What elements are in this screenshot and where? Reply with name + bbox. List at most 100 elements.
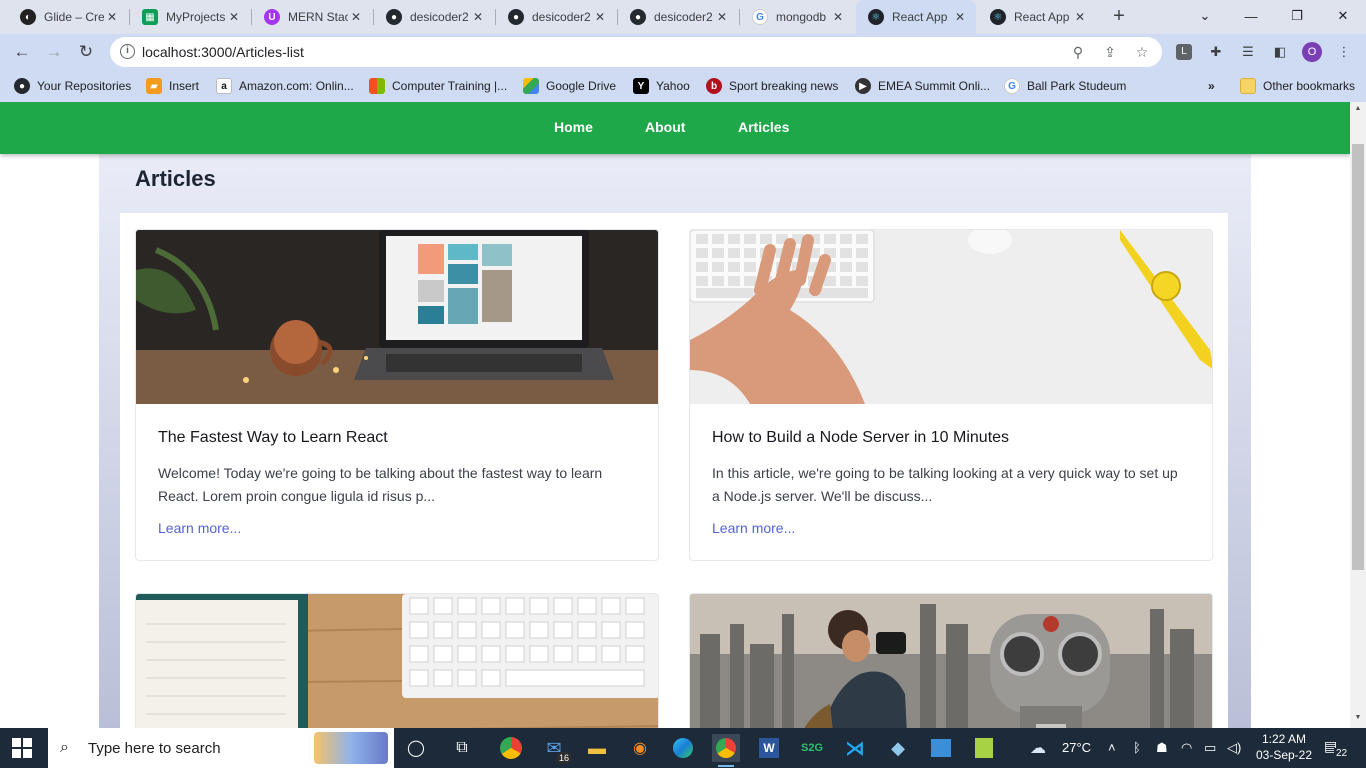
menu-kebab-icon[interactable]: ⋮ (1334, 42, 1354, 62)
weather-cloud-icon[interactable]: ☁ (1030, 738, 1046, 758)
word-icon[interactable]: W (755, 734, 783, 762)
reload-button[interactable]: ↻ (72, 38, 100, 66)
file-explorer-icon[interactable]: ▬ (583, 734, 611, 762)
bookmark-insert[interactable]: ▰ Insert (146, 76, 199, 96)
photo-icon (931, 739, 951, 757)
cortana-icon[interactable]: ◯ (402, 734, 430, 762)
zoom-icon[interactable]: ⚲ (1068, 42, 1088, 62)
article-title[interactable]: The Fastest Way to Learn React (158, 429, 388, 447)
bookmark-computer-training[interactable]: Computer Training |... (369, 76, 507, 96)
learn-more-link[interactable]: Learn more... (712, 520, 795, 536)
bookmark-ball-park[interactable]: G Ball Park Studeum (1004, 76, 1126, 96)
nav-articles-link[interactable]: Articles (738, 119, 789, 135)
tab-react-app-active[interactable]: ⚛ React App ✕ (856, 0, 976, 34)
diamond-icon: ◆ (891, 737, 905, 758)
tab-github-2[interactable]: ● desicoder2 ✕ (496, 0, 616, 34)
bookmark-yahoo[interactable]: Y Yahoo (633, 76, 690, 96)
mail-icon[interactable]: ✉ 16 (540, 734, 572, 764)
taskbar-search-box[interactable]: ⌕ Type here to search (48, 728, 394, 768)
close-window-button[interactable]: ✕ (1320, 0, 1366, 32)
search-placeholder[interactable]: Type here to search (88, 740, 221, 757)
article-card[interactable] (135, 593, 659, 728)
extension-l-icon[interactable]: L (1174, 42, 1194, 62)
other-bookmarks[interactable]: Other bookmarks (1240, 76, 1355, 96)
media-queue-icon[interactable]: ☰ (1238, 42, 1258, 62)
bookmark-star-icon[interactable]: ☆ (1132, 42, 1152, 62)
arrow-right-icon: → (45, 42, 63, 61)
bookmark-sport[interactable]: b Sport breaking news (706, 76, 838, 96)
blender-icon[interactable]: ◉ (626, 734, 654, 762)
tab-github-1[interactable]: ● desicoder2 ✕ (374, 0, 494, 34)
close-icon[interactable]: ✕ (592, 9, 608, 25)
app-diamond-icon[interactable]: ◆ (884, 734, 912, 762)
s2g-icon[interactable]: S2G (798, 734, 826, 762)
tab-mern[interactable]: U MERN Stac ✕ (252, 0, 372, 34)
forward-button[interactable]: → (40, 38, 68, 66)
notification-count: 22 (1334, 748, 1350, 759)
search-highlight-image[interactable] (314, 732, 388, 764)
scroll-down-arrow-icon[interactable]: ▼ (1353, 714, 1363, 721)
bluetooth-icon[interactable]: ᛒ (1133, 740, 1141, 755)
weather-temperature[interactable]: 27°C (1062, 740, 1091, 755)
taskbar-clock[interactable]: 1:22 AM 03-Sep-22 (1255, 731, 1313, 763)
close-icon[interactable]: ✕ (348, 9, 364, 25)
chrome-profile-icon[interactable] (712, 734, 740, 767)
tab-github-3[interactable]: ● desicoder2 ✕ (618, 0, 738, 34)
article-title[interactable]: How to Build a Node Server in 10 Minutes (712, 429, 1009, 447)
photos-icon[interactable] (927, 734, 955, 762)
close-icon[interactable]: ✕ (1072, 9, 1088, 25)
nav-home-link[interactable]: Home (554, 119, 593, 135)
url-text[interactable]: localhost:3000/Articles-list (142, 44, 304, 60)
article-card[interactable]: The Fastest Way to Learn React Welcome! … (135, 229, 659, 561)
side-panel-icon[interactable]: ◧ (1270, 42, 1290, 62)
tab-search-button[interactable]: ⌄ (1182, 0, 1228, 32)
restore-button[interactable]: ❐ (1274, 0, 1320, 32)
chrome-icon[interactable] (497, 734, 525, 762)
edge-icon[interactable] (669, 734, 697, 762)
article-card[interactable]: How to Build a Node Server in 10 Minutes… (689, 229, 1213, 561)
bookmarks-overflow-button[interactable]: » (1208, 76, 1215, 96)
close-icon[interactable]: ✕ (470, 9, 486, 25)
insert-icon: ▰ (146, 78, 162, 94)
back-button[interactable]: ← (8, 38, 36, 66)
share-icon[interactable]: ⇪ (1100, 42, 1120, 62)
scrollbar-thumb[interactable] (1352, 144, 1364, 570)
page-scrollbar[interactable]: ▲ ▼ (1350, 102, 1366, 728)
nav-about-link[interactable]: About (645, 119, 685, 135)
notepad-icon[interactable] (970, 734, 998, 762)
play-icon: ▶ (855, 78, 871, 94)
close-icon[interactable]: ✕ (104, 9, 120, 25)
article-card[interactable] (689, 593, 1213, 728)
tab-glide[interactable]: ◐ Glide – Cre ✕ (8, 0, 128, 34)
close-icon[interactable]: ✕ (952, 9, 968, 25)
close-icon[interactable]: ✕ (714, 9, 730, 25)
new-tab-button[interactable]: + (1108, 5, 1130, 27)
battery-icon[interactable]: ▭ (1204, 740, 1216, 756)
bookmark-your-repositories[interactable]: ● Your Repositories (14, 76, 131, 96)
wifi-icon[interactable]: ◠ (1181, 740, 1192, 756)
address-bar[interactable]: i localhost:3000/Articles-list ⚲ ⇪ ☆ (110, 37, 1162, 67)
bookmark-google-drive[interactable]: Google Drive (523, 76, 616, 96)
show-hidden-icons-chevron-up-icon[interactable]: ˄ (1108, 740, 1116, 755)
bookmark-emea[interactable]: ▶ EMEA Summit Onli... (855, 76, 990, 96)
google-icon: G (1004, 78, 1020, 94)
network-drive-icon[interactable]: ☗ (1156, 740, 1168, 756)
minimize-button[interactable]: — (1228, 0, 1274, 32)
close-icon[interactable]: ✕ (226, 9, 242, 25)
start-button[interactable] (12, 738, 32, 758)
close-icon[interactable]: ✕ (830, 9, 846, 25)
profile-avatar[interactable]: O (1302, 42, 1322, 62)
info-icon[interactable]: i (120, 44, 135, 59)
tab-myprojects[interactable]: ▦ MyProjects ✕ (130, 0, 250, 34)
tab-mongodb[interactable]: G mongodb ✕ (740, 0, 854, 34)
bookmark-label: Yahoo (656, 79, 690, 93)
bookmark-amazon[interactable]: a Amazon.com: Onlin... (216, 76, 354, 96)
bookmark-label: Insert (169, 79, 200, 93)
scroll-up-arrow-icon[interactable]: ▲ (1353, 105, 1363, 112)
extensions-puzzle-icon[interactable]: ✚ (1206, 42, 1226, 62)
learn-more-link[interactable]: Learn more... (158, 520, 241, 536)
volume-icon[interactable]: ◁) (1227, 740, 1241, 756)
tab-react-app[interactable]: ⚛ React App ✕ (978, 0, 1096, 34)
task-view-icon[interactable]: ⧉ (448, 734, 476, 762)
vscode-icon[interactable]: ⋊ (841, 734, 869, 762)
